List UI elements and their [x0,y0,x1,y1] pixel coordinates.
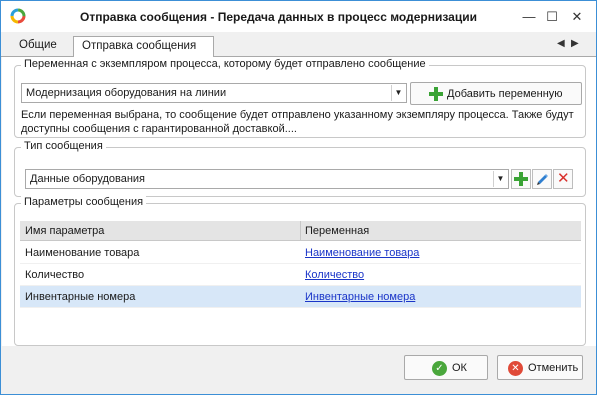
dialog-window: Отправка сообщения - Передача данных в п… [0,0,597,395]
instance-variable-group: Переменная с экземпляром процесса, котор… [14,58,586,138]
chevron-down-icon[interactable]: ▼ [493,171,507,187]
column-header-param-name[interactable]: Имя параметра [25,225,104,237]
instance-hint-text: Если переменная выбрана, то сообщение бу… [21,109,574,135]
dialog-footer: ✓ ОК ✕ Отменить [2,346,596,394]
instance-variable-select[interactable]: Модернизация оборудования на линии ▼ [21,83,407,103]
window-title: Отправка сообщения - Передача данных в п… [80,10,477,24]
message-params-group: Параметры сообщения Имя параметра Переме… [14,196,586,346]
plus-icon [514,172,528,186]
table-row[interactable]: Наименование товара Наименование товара [20,242,581,264]
tab-scroll-left-icon[interactable]: ◀ [557,38,565,49]
ok-label: ОК [452,362,467,374]
variable-link[interactable]: Наименование товара [305,247,419,259]
table-row-selected[interactable]: Инвентарные номера Инвентарные номера [20,286,581,308]
message-type-select[interactable]: Данные оборудования ▼ [25,169,509,189]
param-name-cell: Количество [25,269,85,281]
cancel-button[interactable]: ✕ Отменить [497,355,583,380]
ok-button[interactable]: ✓ ОК [404,355,488,380]
table-row[interactable]: Количество Количество [20,264,581,286]
pencil-icon [537,174,548,185]
add-variable-label: Добавить переменную [447,88,563,100]
ok-check-icon: ✓ [432,361,447,376]
variable-link[interactable]: Инвентарные номера [305,291,415,303]
column-divider[interactable] [300,221,301,241]
message-type-value: Данные оборудования [30,173,146,185]
param-name-cell: Инвентарные номера [25,291,136,303]
delete-message-type-button[interactable]: ✕ [553,169,573,189]
variable-link[interactable]: Количество [305,269,364,281]
params-group-legend: Параметры сообщения [21,196,147,208]
minimize-icon[interactable]: — [522,10,536,24]
cancel-label: Отменить [528,362,579,374]
tab-send-message[interactable]: Отправка сообщения [73,36,214,58]
close-icon[interactable]: ✕ [570,10,584,24]
maximize-icon[interactable]: ☐ [545,10,559,24]
add-message-type-button[interactable] [511,169,531,189]
title-bar[interactable]: Отправка сообщения - Передача данных в п… [1,1,596,32]
chevron-down-icon[interactable]: ▼ [391,85,405,101]
column-header-variable[interactable]: Переменная [305,225,369,237]
message-type-legend: Тип сообщения [21,140,106,152]
add-variable-button[interactable]: Добавить переменную [410,82,582,105]
tab-content: Переменная с экземпляром процесса, котор… [2,57,596,346]
param-name-cell: Наименование товара [25,247,140,259]
delete-x-icon: ✕ [557,170,570,187]
tab-bar: Общие Отправка сообщения ◀ ▶ [1,34,596,58]
cancel-x-icon: ✕ [508,361,523,376]
tab-scroll-right-icon[interactable]: ▶ [571,38,579,49]
message-type-group: Тип сообщения Данные оборудования ▼ ✕ [14,140,586,197]
instance-group-legend: Переменная с экземпляром процесса, котор… [21,58,429,70]
instance-variable-value: Модернизация оборудования на линии [26,87,227,99]
tab-general[interactable]: Общие [11,36,71,57]
params-table-header: Имя параметра Переменная [20,221,581,241]
plus-icon [429,87,443,101]
edit-message-type-button[interactable] [532,169,552,189]
